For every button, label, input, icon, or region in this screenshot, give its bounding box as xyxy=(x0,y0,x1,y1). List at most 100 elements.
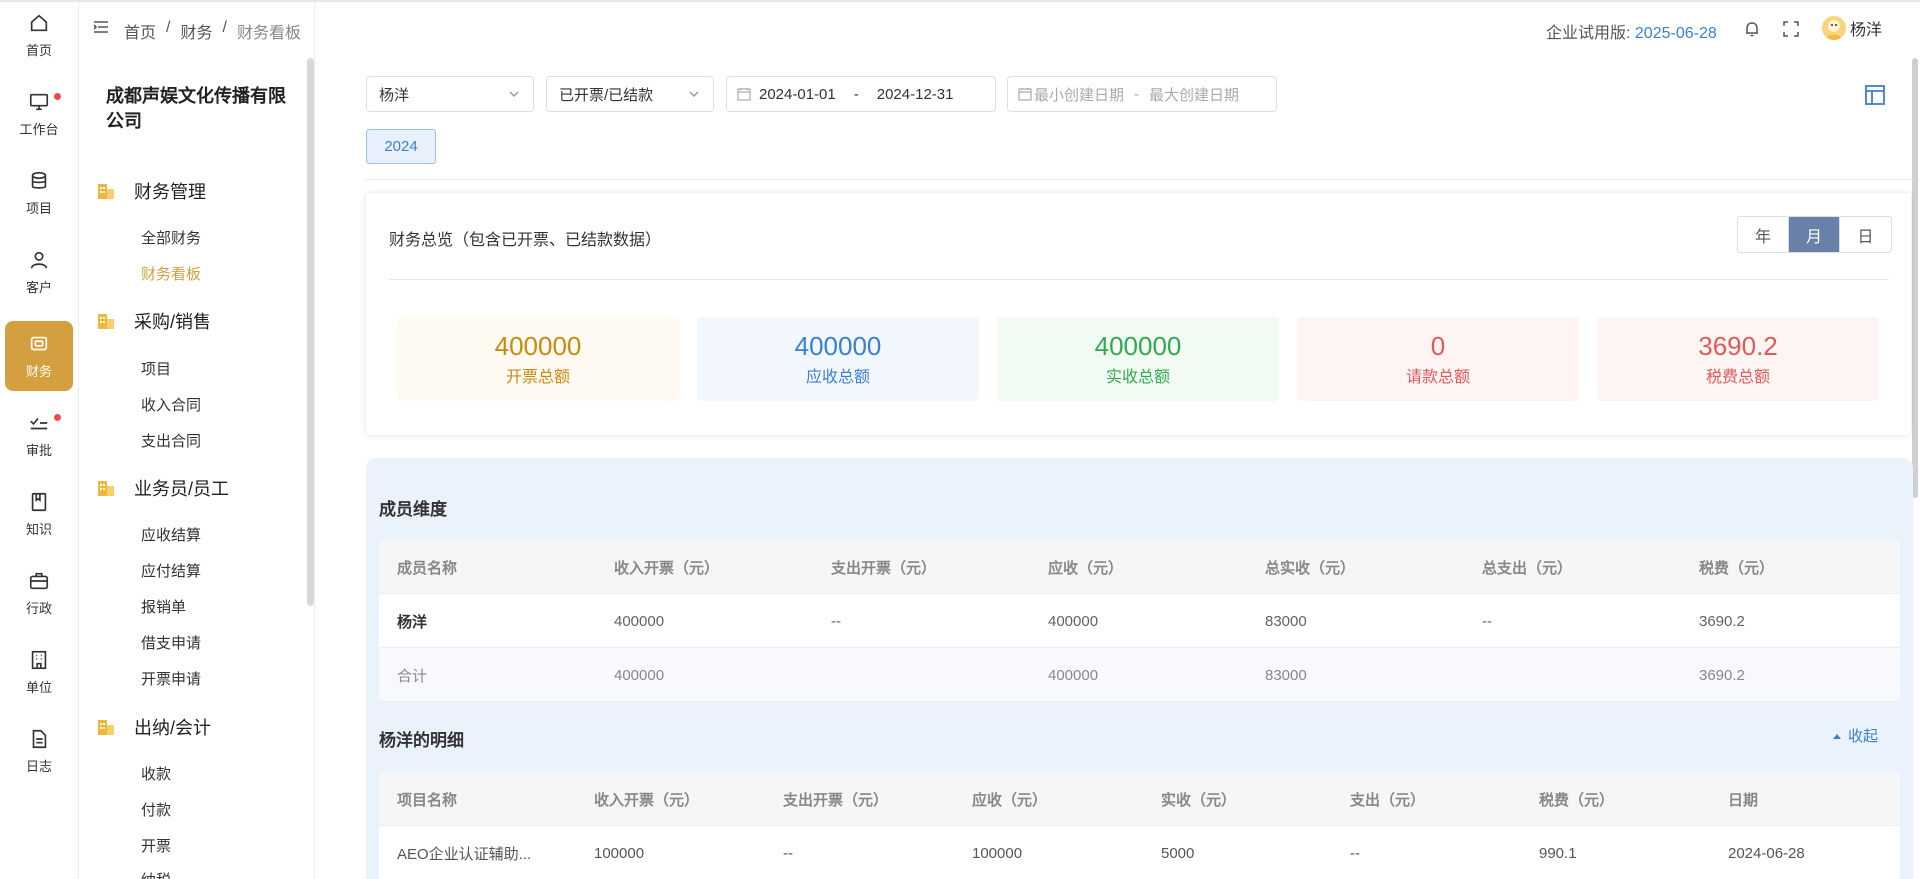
user-menu[interactable]: 杨洋 xyxy=(1822,16,1882,40)
sidebar-item-invoicing[interactable]: 开票 xyxy=(141,835,171,856)
cell-tax: 3690.2 xyxy=(1699,612,1745,630)
column-header: 成员名称 xyxy=(397,559,458,577)
sidebar-item-collection[interactable]: 收款 xyxy=(141,763,171,784)
main-scrollbar[interactable] xyxy=(1912,58,1918,498)
sidebar-item-finance-dashboard[interactable]: 财务看板 xyxy=(141,263,201,284)
table-row[interactable]: 杨洋 400000 -- 400000 83000 -- 3690.2 xyxy=(379,594,1900,648)
column-header: 收入开票（元） xyxy=(614,559,720,577)
column-header: 总实收（元） xyxy=(1265,559,1356,577)
sidebar-group-cashier-accounting[interactable]: 出纳/会计 xyxy=(97,714,211,740)
rail-item-finance[interactable]: 财务 xyxy=(5,321,73,391)
cell-tax: 3690.2 xyxy=(1699,666,1745,684)
sidebar-item-advance-request[interactable]: 借支申请 xyxy=(141,632,201,653)
column-header: 收入开票（元） xyxy=(594,791,700,809)
column-header: 应收（元） xyxy=(1048,559,1124,577)
table-header-row: 成员名称 收入开票（元） 支出开票（元） 应收（元） 总实收（元） 总支出（元）… xyxy=(379,540,1900,594)
collapse-button[interactable]: 收起 xyxy=(1832,725,1878,746)
breadcrumb-current: 财务看板 xyxy=(236,25,301,42)
check-list-icon xyxy=(30,417,48,429)
building-group-icon xyxy=(98,314,114,329)
create-date-range-picker[interactable]: 最小创建日期 - 最大创建日期 xyxy=(1007,76,1277,112)
user-icon xyxy=(30,251,48,269)
chevron-down-icon xyxy=(689,91,699,97)
sidebar-group-purchase-sales[interactable]: 采购/销售 xyxy=(97,308,211,334)
sidebar-group-label: 财务管理 xyxy=(134,182,206,202)
stat-label: 请款总额 xyxy=(1405,369,1470,386)
sidebar-item-income-contract[interactable]: 收入合同 xyxy=(141,394,201,415)
sidebar-group-finance-management[interactable]: 财务管理 xyxy=(97,178,206,204)
rail-item-log[interactable]: 日志 xyxy=(5,716,73,786)
date-separator: - xyxy=(853,85,859,103)
rail-label: 知识 xyxy=(25,521,52,537)
stat-label: 开票总额 xyxy=(505,369,570,386)
rail-label: 单位 xyxy=(25,679,52,695)
cell-expense-invoice: -- xyxy=(783,844,793,862)
member-select-value: 杨洋 xyxy=(379,86,410,104)
rail-item-customer[interactable]: 客户 xyxy=(5,237,73,307)
breadcrumb-separator: / xyxy=(166,19,171,36)
building-group-icon xyxy=(98,481,114,496)
rail-item-admin[interactable]: 行政 xyxy=(5,558,73,628)
cell-expense-invoice xyxy=(813,648,831,702)
fullscreen-icon[interactable] xyxy=(1782,20,1800,38)
sidebar-item-payment[interactable]: 付款 xyxy=(141,799,171,820)
filter-divider xyxy=(366,179,1914,180)
column-header: 应收（元） xyxy=(972,791,1048,809)
finance-overview-card: 财务总览（包含已开票、已结款数据） 年 月 日 400000 开票总额 4000… xyxy=(366,193,1911,435)
column-header: 实收（元） xyxy=(1161,791,1237,809)
sidebar-item-receivable-settlement[interactable]: 应收结算 xyxy=(141,524,201,545)
member-select[interactable]: 杨洋 xyxy=(366,76,534,112)
sidebar-item-tax[interactable]: 纳税 xyxy=(141,869,171,879)
sidebar-item-all-finance[interactable]: 全部财务 xyxy=(141,227,201,248)
status-select[interactable]: 已开票/已结款 xyxy=(546,76,714,112)
granularity-month[interactable]: 月 xyxy=(1789,217,1840,252)
granularity-day[interactable]: 日 xyxy=(1840,217,1891,252)
table-row[interactable]: AEO企业认证辅助... 100000 -- 100000 5000 -- 99… xyxy=(379,826,1900,879)
sidebar-item-invoice-request[interactable]: 开票申请 xyxy=(141,668,201,689)
cell-project-name[interactable]: AEO企业认证辅助... xyxy=(379,826,531,879)
year-tag[interactable]: 2024 xyxy=(366,129,436,164)
rail-item-workbench[interactable]: 工作台 xyxy=(5,79,73,149)
sidebar-group-salesperson-staff[interactable]: 业务员/员工 xyxy=(97,475,229,501)
table-header-row: 项目名称 收入开票（元） 支出开票（元） 应收（元） 实收（元） 支出（元） 税… xyxy=(379,772,1900,826)
breadcrumb: 首页 / 财务 / 财务看板 xyxy=(124,19,301,43)
column-header: 日期 xyxy=(1728,791,1759,809)
avatar xyxy=(1822,16,1846,40)
monitor-icon xyxy=(29,93,49,110)
stat-receivable-total: 400000 应收总额 xyxy=(697,317,979,401)
cell-total-expense xyxy=(1464,648,1482,702)
rail-item-unit[interactable]: 单位 xyxy=(5,637,73,707)
menu-toggle-icon[interactable] xyxy=(93,20,109,39)
main-rail: 首页 工作台 项目 客户 财务 审批 知识 行政 单位 日志 xyxy=(0,2,79,879)
rail-label: 财务 xyxy=(25,363,52,379)
cell-received: 5000 xyxy=(1161,844,1195,862)
sidebar-item-expense-contract[interactable]: 支出合同 xyxy=(141,430,201,451)
breadcrumb-separator: / xyxy=(222,19,227,36)
breadcrumb-home[interactable]: 首页 xyxy=(124,19,156,43)
column-header: 支出开票（元） xyxy=(783,791,889,809)
sidebar-item-reimbursement[interactable]: 报销单 xyxy=(141,596,186,617)
cell-income-invoice: 100000 xyxy=(594,844,645,862)
sidebar-item-project[interactable]: 项目 xyxy=(141,358,171,379)
stat-value: 0 xyxy=(1430,331,1446,361)
layout-toggle-icon[interactable] xyxy=(1864,84,1886,106)
rail-item-approval[interactable]: 审批 xyxy=(5,400,73,470)
overview-title: 财务总览（包含已开票、已结款数据） xyxy=(389,232,662,249)
member-table: 成员名称 收入开票（元） 支出开票（元） 应收（元） 总实收（元） 总支出（元）… xyxy=(379,540,1900,702)
sidebar-scrollbar[interactable] xyxy=(307,58,314,606)
stat-value: 400000 xyxy=(494,331,582,361)
rail-item-project[interactable]: 项目 xyxy=(5,158,73,228)
rail-item-home[interactable]: 首页 xyxy=(5,0,73,70)
calendar-icon xyxy=(1018,88,1032,101)
overview-divider xyxy=(389,279,1889,280)
detail-table-title: 杨洋的明细 xyxy=(379,731,464,750)
breadcrumb-finance[interactable]: 财务 xyxy=(180,19,212,43)
date-range-picker[interactable]: 2024-01-01 - 2024-12-31 xyxy=(726,76,996,112)
sidebar-item-payable-settlement[interactable]: 应付结算 xyxy=(141,560,201,581)
calendar-icon xyxy=(737,88,751,101)
member-table-title: 成员维度 xyxy=(379,500,447,519)
rail-item-knowledge[interactable]: 知识 xyxy=(5,479,73,549)
bell-icon[interactable] xyxy=(1743,20,1761,38)
granularity-year[interactable]: 年 xyxy=(1738,217,1789,252)
cell-member-name: 杨洋 xyxy=(397,613,428,631)
